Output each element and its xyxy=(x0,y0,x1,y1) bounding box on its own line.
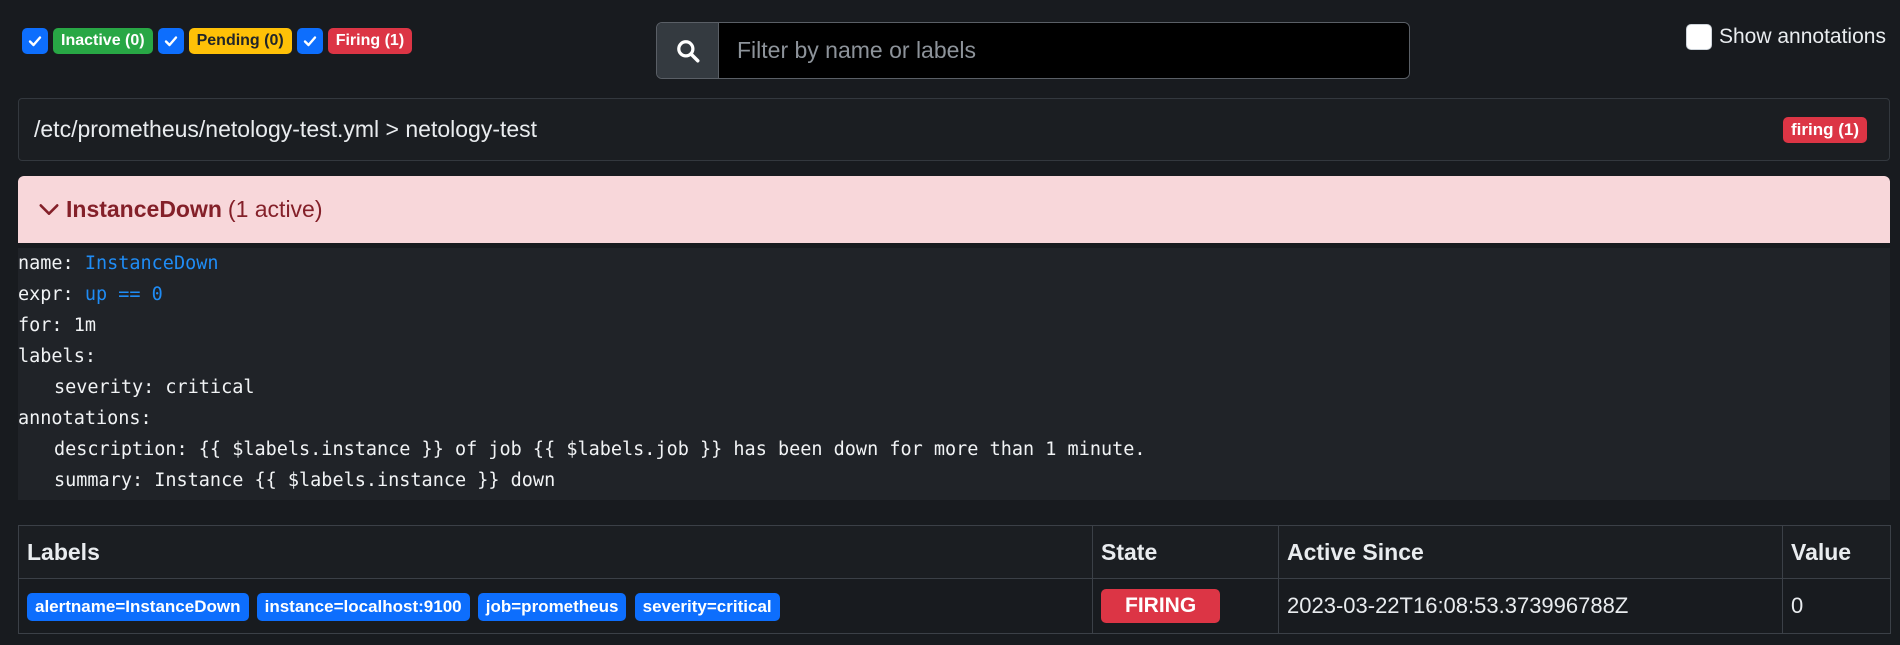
alert-rule-definition: name: InstanceDown expr: up == 0 for: 1m… xyxy=(18,248,1890,500)
search-bar xyxy=(656,22,1410,79)
check-icon xyxy=(28,36,42,47)
show-annotations-label[interactable]: Show annotations xyxy=(1719,25,1886,49)
table-header-row: Labels State Active Since Value xyxy=(18,525,1891,579)
table-row: alertname=InstanceDown instance=localhos… xyxy=(18,578,1891,634)
rule-for-key: for: xyxy=(18,315,63,336)
rule-name-key: name: xyxy=(18,253,74,274)
rule-group-firing-badge: firing (1) xyxy=(1783,116,1867,143)
label-badge-alertname: alertname=InstanceDown xyxy=(27,592,249,621)
filter-inactive-checkbox[interactable] xyxy=(22,28,48,54)
label-badge-job: job=prometheus xyxy=(477,592,627,621)
alert-rule-header[interactable]: InstanceDown (1 active) xyxy=(18,176,1890,243)
column-header-state: State xyxy=(1092,525,1279,579)
rule-for-value: 1m xyxy=(73,315,96,336)
rule-expr-link[interactable]: up == 0 xyxy=(85,284,163,305)
search-icon xyxy=(676,39,699,62)
filter-firing-badge[interactable]: Firing (1) xyxy=(327,28,413,54)
search-input[interactable] xyxy=(719,23,1409,78)
filter-inactive-badge[interactable]: Inactive (0) xyxy=(53,28,153,54)
filter-firing[interactable]: Firing (1) xyxy=(296,28,413,54)
filter-inactive[interactable]: Inactive (0) xyxy=(22,28,153,54)
alert-active-since-cell: 2023-03-22T16:08:53.373996788Z xyxy=(1278,578,1783,634)
rule-description-line: description: {{ $labels.instance }} of j… xyxy=(54,439,1146,460)
filter-pending-badge[interactable]: Pending (0) xyxy=(188,28,292,54)
label-badge-instance: instance=localhost:9100 xyxy=(256,592,470,621)
show-annotations-toggle[interactable]: Show annotations xyxy=(1686,24,1886,50)
chevron-down-icon[interactable] xyxy=(38,199,60,221)
show-annotations-checkbox[interactable] xyxy=(1686,24,1712,50)
active-alerts-table: Labels State Active Since Value alertnam… xyxy=(18,525,1891,634)
alert-state-cell: FIRING xyxy=(1092,578,1279,634)
rule-group-header: /etc/prometheus/netology-test.yml > neto… xyxy=(18,98,1890,161)
label-badge-severity: severity=critical xyxy=(634,592,780,621)
filter-pending-checkbox[interactable] xyxy=(157,28,184,54)
alert-rule-active-count: (1 active) xyxy=(227,196,323,222)
column-header-labels: Labels xyxy=(18,525,1093,579)
rule-annotations-key: annotations: xyxy=(18,408,152,429)
check-icon xyxy=(164,36,177,47)
rule-severity-line: severity: critical xyxy=(54,377,255,398)
alert-rule-name[interactable]: InstanceDown xyxy=(66,196,222,223)
column-header-value: Value xyxy=(1782,525,1891,579)
top-bar: Inactive (0) Pending (0) Firing (1) Show… xyxy=(0,0,1900,90)
rule-summary-line: summary: Instance {{ $labels.instance }}… xyxy=(54,470,556,491)
rule-expr-key: expr: xyxy=(18,284,74,305)
check-icon xyxy=(303,36,316,47)
rule-labels-key: labels: xyxy=(18,346,96,367)
rule-name-link[interactable]: InstanceDown xyxy=(85,253,219,274)
rule-group-title: /etc/prometheus/netology-test.yml > neto… xyxy=(34,116,538,142)
state-firing-badge: FIRING xyxy=(1101,589,1221,623)
filter-firing-checkbox[interactable] xyxy=(296,28,323,54)
column-header-active-since: Active Since xyxy=(1278,525,1783,579)
alert-labels-cell: alertname=InstanceDown instance=localhos… xyxy=(18,578,1093,634)
rule-expr-line: expr: up == 0 xyxy=(18,279,163,310)
rule-for-line: for: 1m xyxy=(18,310,96,341)
filter-pending[interactable]: Pending (0) xyxy=(157,28,292,54)
rule-name-line: name: InstanceDown xyxy=(18,248,219,279)
search-button[interactable] xyxy=(657,23,719,78)
state-filters: Inactive (0) Pending (0) Firing (1) xyxy=(22,28,417,54)
alert-value-cell: 0 xyxy=(1782,578,1891,634)
